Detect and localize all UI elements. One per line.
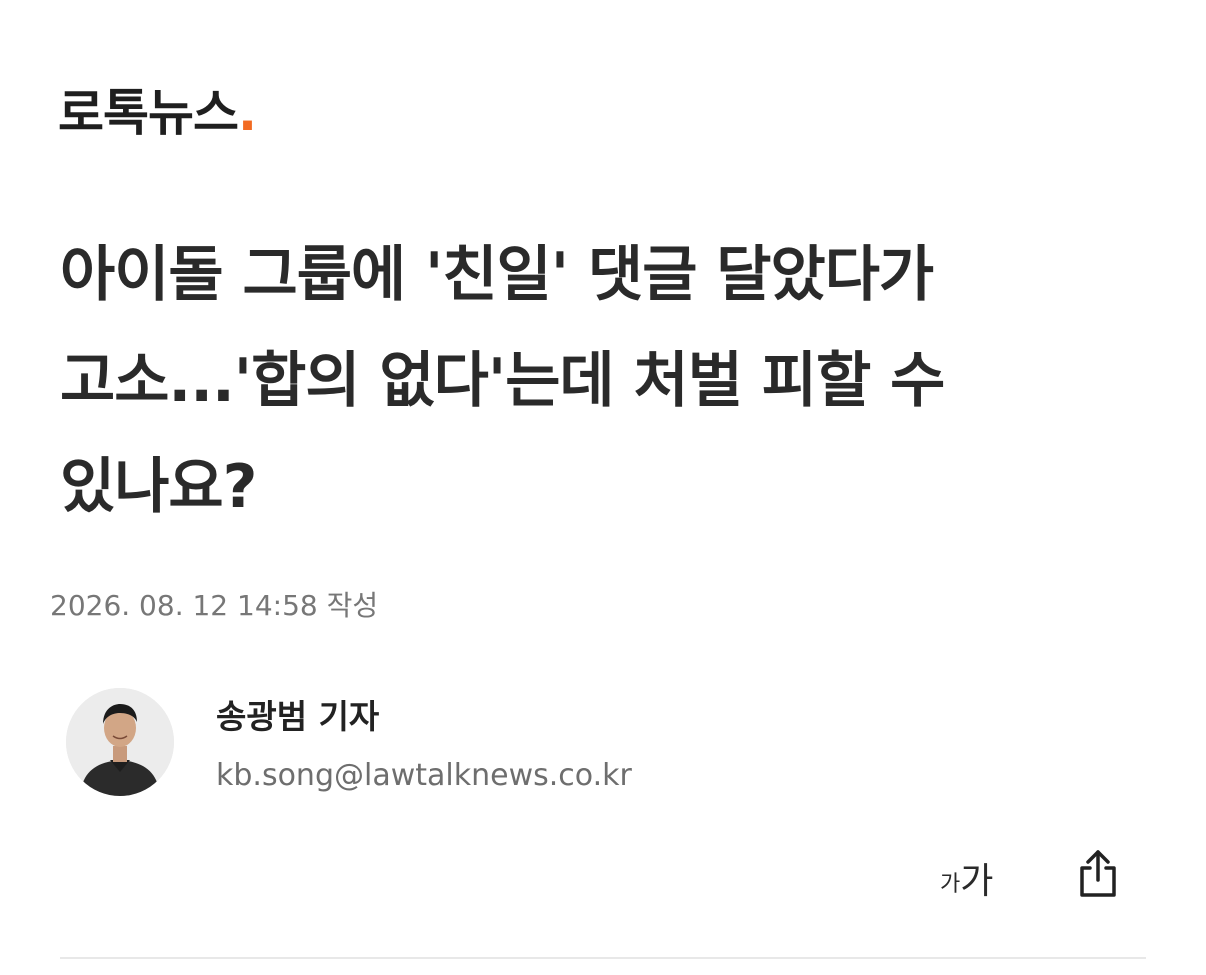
font-size-small-label: 가	[940, 872, 961, 897]
article-date: 2026. 08. 12 14:58 작성	[50, 589, 379, 622]
logo-dot: .	[238, 84, 257, 142]
author-name[interactable]: 송광범 기자	[216, 690, 379, 738]
article-title: 아이돌 그룹에 '친일' 댓글 달았다가 고소...'합의 없다'는데 처벌 피…	[60, 240, 945, 522]
font-size-button[interactable]: 가가	[940, 854, 1012, 904]
font-size-large-label: 가	[960, 861, 994, 902]
site-logo[interactable]: 로톡뉴스.	[58, 88, 257, 138]
share-button[interactable]	[1074, 848, 1122, 900]
author-photo-icon	[66, 688, 174, 796]
article-page: 로톡뉴스. 아이돌 그룹에 '친일' 댓글 달았다가 고소...'합의 없다'는…	[0, 0, 1206, 975]
section-divider	[60, 957, 1146, 959]
logo-text: 로톡뉴스	[58, 84, 239, 142]
author-avatar	[66, 688, 174, 796]
author-email[interactable]: kb.song@lawtalknews.co.kr	[216, 758, 632, 793]
share-icon	[1080, 850, 1116, 897]
